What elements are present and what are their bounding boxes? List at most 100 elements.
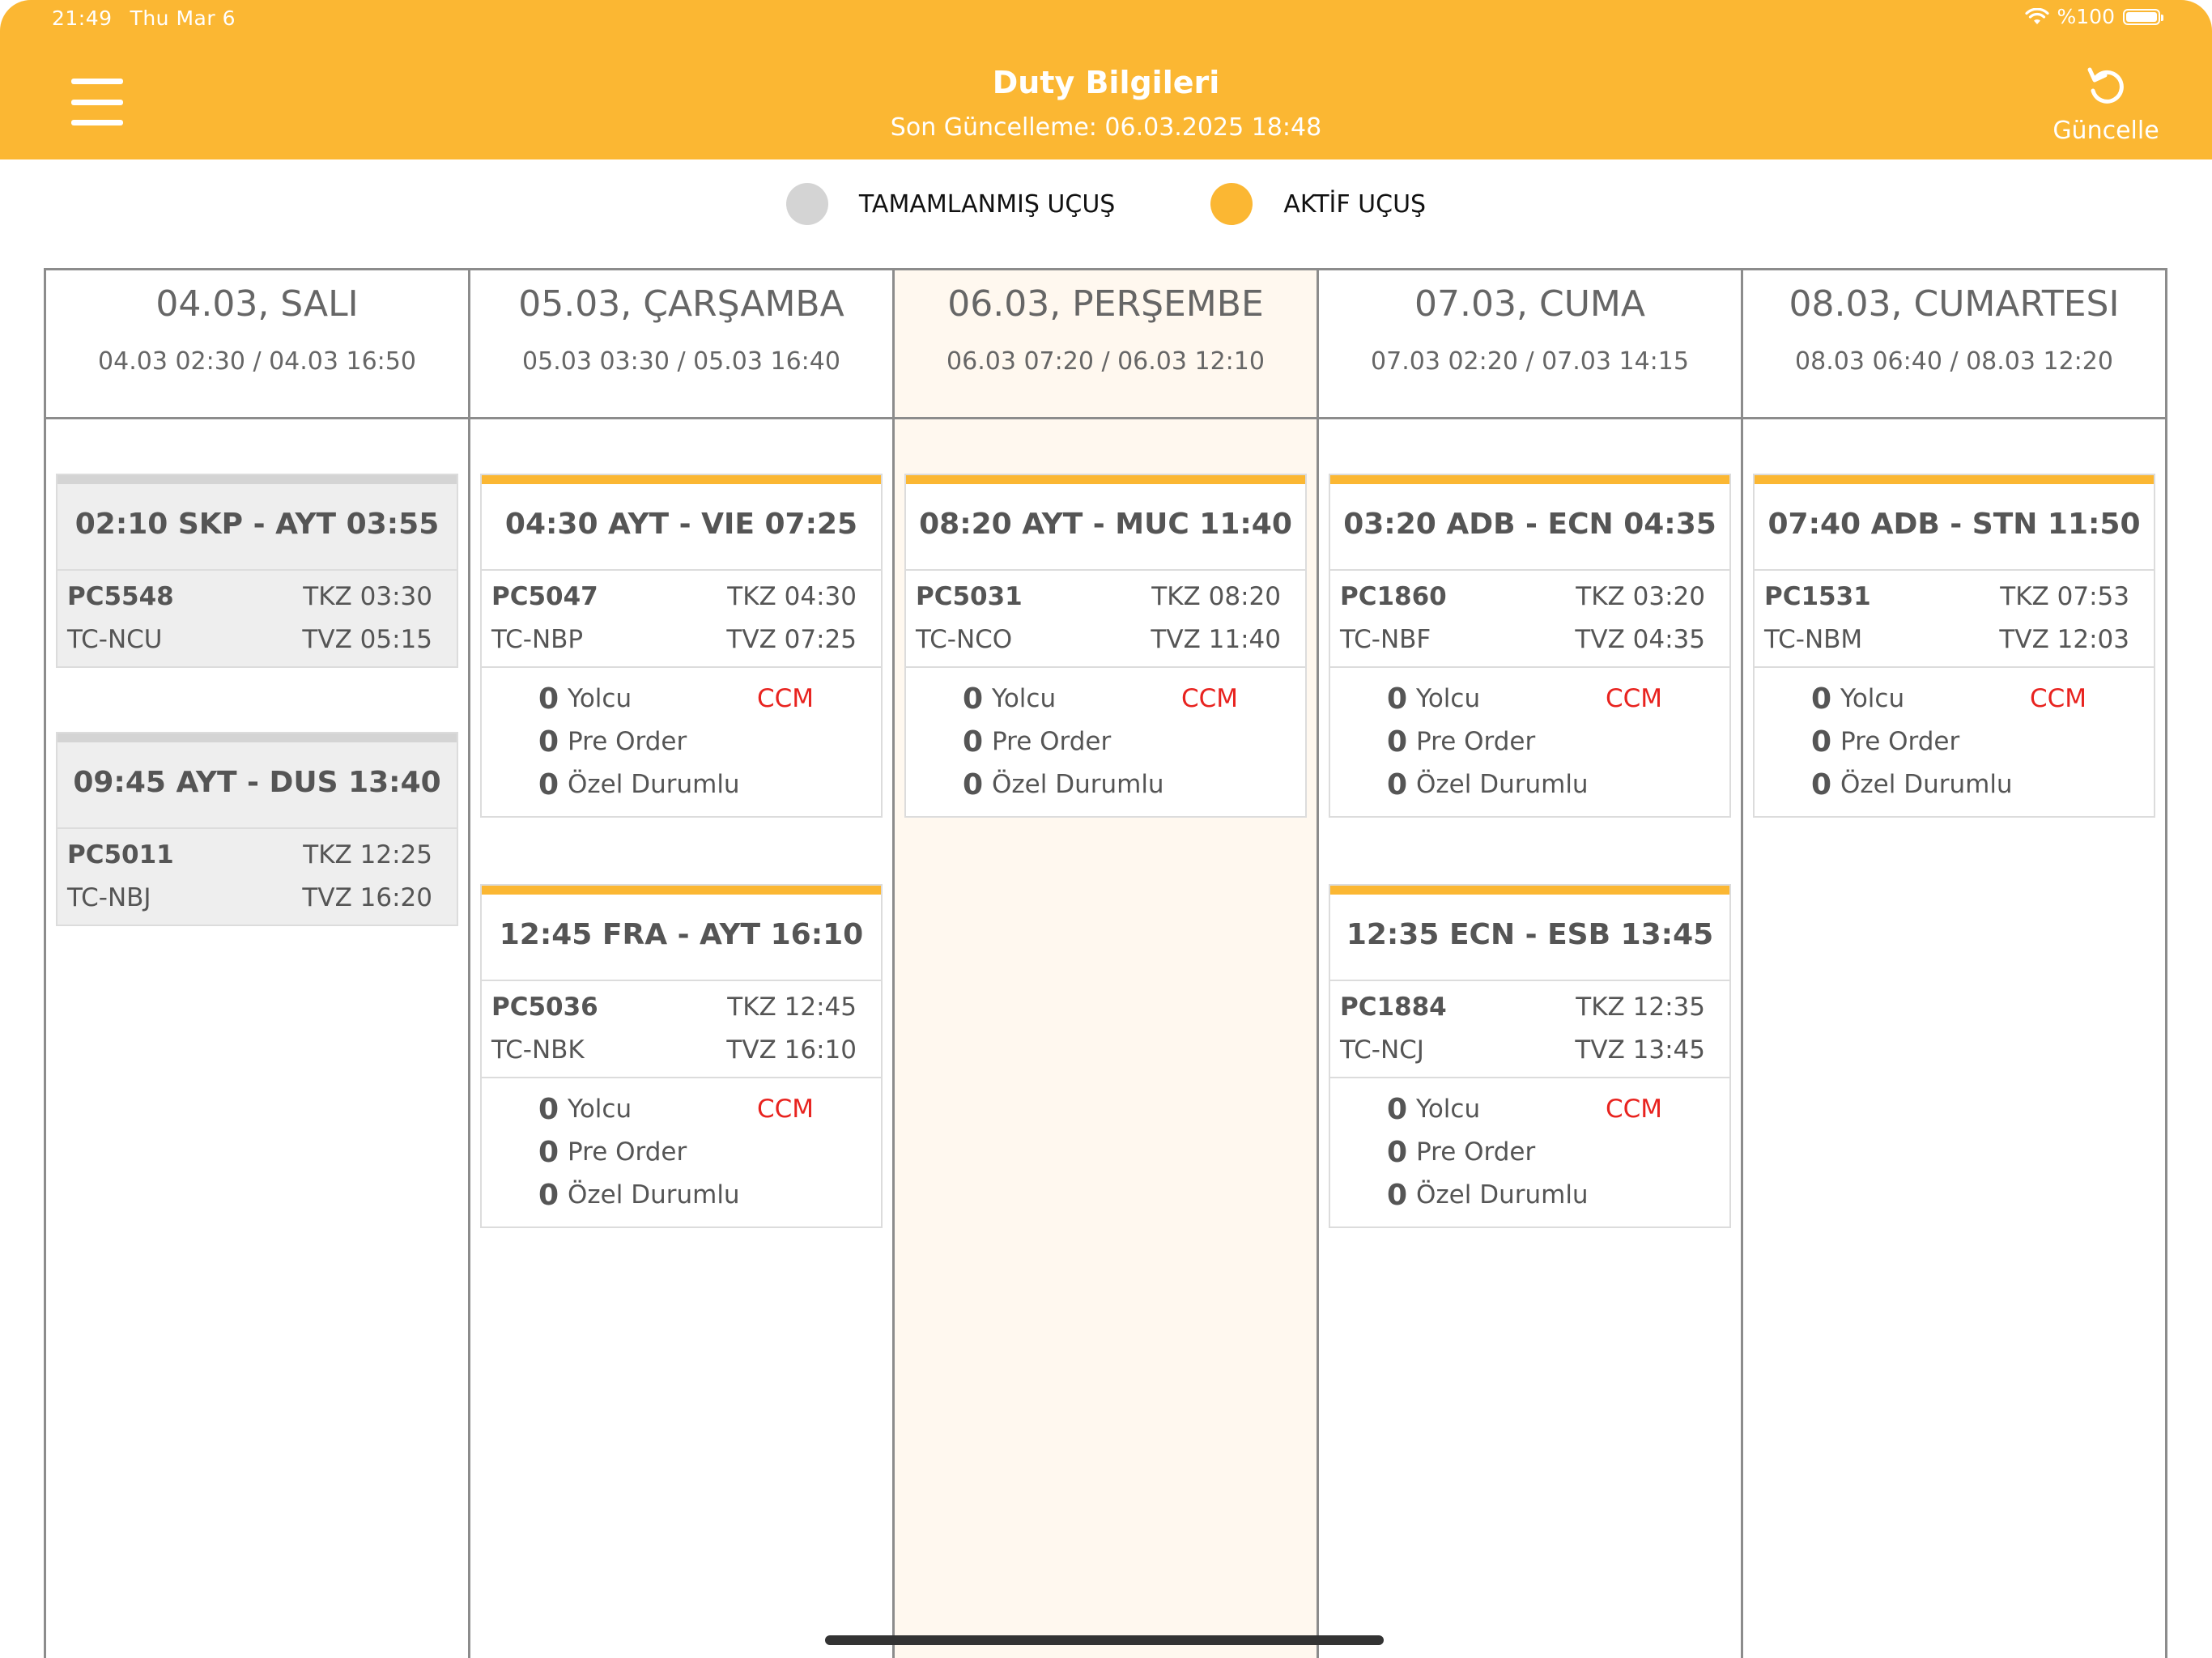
passenger-label: Yolcu — [568, 1095, 632, 1124]
flight-number: PC5036 — [491, 993, 598, 1022]
flight-info: PC5036 TKZ 12:45 TC-NBK TVZ 16:10 — [482, 981, 881, 1078]
pre-order-label: Pre Order — [568, 727, 687, 756]
day-time-range: 04.03 02:30 / 04.03 16:50 — [98, 347, 416, 376]
day-time-range: 06.03 07:20 / 06.03 12:10 — [946, 347, 1265, 376]
flight-status-bar — [482, 475, 881, 484]
header-bar: 21:49 Thu Mar 6 %100 Duty Bilgileri Son G… — [0, 0, 2212, 159]
ccm-link[interactable]: CCM — [1181, 678, 1238, 721]
special-count: 0 — [1811, 768, 1832, 801]
day-header: 06.03, PERŞEMBE 06.03 07:20 / 06.03 12:1… — [895, 270, 1317, 419]
flight-card[interactable]: 12:45 FRA - AYT 16:10 PC5036 TKZ 12:45 TC… — [480, 884, 883, 1228]
day-title: 04.03, SALI — [155, 283, 359, 325]
pre-order-label: Pre Order — [1840, 727, 1960, 756]
passenger-label: Yolcu — [1416, 684, 1481, 713]
legend: TAMAMLANMIŞ UÇUŞ AKTİF UÇUŞ — [0, 180, 2212, 228]
flight-number: PC5031 — [916, 582, 1023, 611]
ccm-link[interactable]: CCM — [757, 1088, 814, 1131]
special-label: Özel Durumlu — [1416, 770, 1589, 799]
passenger-summary: 0 Yolcu CCM 0 Pre Order 0 Özel Durumlu — [1330, 668, 1729, 816]
special-count: 0 — [538, 768, 559, 801]
arrival-time: TVZ 11:40 — [1151, 625, 1281, 654]
special-count: 0 — [963, 768, 984, 801]
flight-route: 12:45 FRA - AYT 16:10 — [482, 895, 881, 981]
day-column: 08.03, CUMARTESI 08.03 06:40 / 08.03 12:… — [1741, 270, 2165, 1658]
battery-percent: %100 — [2057, 5, 2115, 28]
pre-order-label: Pre Order — [568, 1137, 687, 1167]
flight-card[interactable]: 07:40 ADB - STN 11:50 PC1531 TKZ 07:53 TC… — [1753, 474, 2155, 818]
flight-route: 08:20 AYT - MUC 11:40 — [906, 484, 1305, 571]
departure-time: TKZ 03:30 — [303, 582, 432, 611]
passenger-count: 0 — [1387, 682, 1408, 716]
flight-number: PC5548 — [67, 582, 174, 611]
flight-status-bar — [57, 733, 457, 742]
day-column: 05.03, ÇARŞAMBA 05.03 03:30 / 05.03 16:4… — [468, 270, 892, 1658]
passenger-summary: 0 Yolcu CCM 0 Pre Order 0 Özel Durumlu — [1755, 668, 2154, 816]
flight-status-bar — [57, 475, 457, 484]
flight-card[interactable]: 04:30 AYT - VIE 07:25 PC5047 TKZ 04:30 TC… — [480, 474, 883, 818]
ccm-link[interactable]: CCM — [757, 678, 814, 721]
pre-order-count: 0 — [1811, 725, 1832, 759]
legend-active-label: AKTİF UÇUŞ — [1283, 189, 1427, 219]
day-title: 07.03, CUMA — [1414, 283, 1645, 325]
refresh-label: Güncelle — [2052, 117, 2159, 145]
flight-card[interactable]: 02:10 SKP - AYT 03:55 PC5548 TKZ 03:30 TC… — [56, 474, 458, 668]
pre-order-count: 0 — [963, 725, 984, 759]
day-header: 07.03, CUMA 07.03 02:20 / 07.03 14:15 — [1319, 270, 1741, 419]
departure-time: TKZ 12:35 — [1576, 993, 1705, 1022]
active-dot-icon — [1210, 183, 1253, 225]
passenger-count: 0 — [1387, 1093, 1408, 1126]
pre-order-label: Pre Order — [1416, 1137, 1536, 1167]
flight-route: 02:10 SKP - AYT 03:55 — [57, 484, 457, 571]
flight-status-bar — [482, 886, 881, 895]
special-label: Özel Durumlu — [1840, 770, 2013, 799]
flight-card[interactable]: 12:35 ECN - ESB 13:45 PC1884 TKZ 12:35 TC… — [1329, 884, 1731, 1228]
day-title: 06.03, PERŞEMBE — [947, 283, 1264, 325]
pre-order-count: 0 — [538, 725, 559, 759]
flight-card[interactable]: 09:45 AYT - DUS 13:40 PC5011 TKZ 12:25 TC… — [56, 732, 458, 926]
flight-number: PC5047 — [491, 582, 598, 611]
day-title: 08.03, CUMARTESI — [1789, 283, 2120, 325]
flight-card[interactable]: 08:20 AYT - MUC 11:40 PC5031 TKZ 08:20 TC… — [904, 474, 1307, 818]
arrival-time: TVZ 13:45 — [1575, 1035, 1705, 1065]
departure-time: TKZ 04:30 — [727, 582, 857, 611]
aircraft-registration: TC-NCO — [916, 625, 1013, 654]
passenger-summary: 0 Yolcu CCM 0 Pre Order 0 Özel Durumlu — [482, 668, 881, 816]
flight-info: PC1884 TKZ 12:35 TC-NCJ TVZ 13:45 — [1330, 981, 1729, 1078]
ccm-link[interactable]: CCM — [2030, 678, 2087, 721]
refresh-icon — [2087, 67, 2124, 104]
passenger-summary: 0 Yolcu CCM 0 Pre Order 0 Özel Durumlu — [906, 668, 1305, 816]
legend-completed-label: TAMAMLANMIŞ UÇUŞ — [858, 189, 1116, 219]
passenger-count: 0 — [538, 682, 559, 716]
app-screen: 21:49 Thu Mar 6 %100 Duty Bilgileri Son G… — [0, 0, 2212, 1658]
passenger-count: 0 — [963, 682, 984, 716]
duty-calendar: 04.03, SALI 04.03 02:30 / 04.03 16:50 02… — [44, 268, 2167, 1658]
ccm-link[interactable]: CCM — [1606, 678, 1662, 721]
day-header: 04.03, SALI 04.03 02:30 / 04.03 16:50 — [46, 270, 468, 419]
day-column-today: 06.03, PERŞEMBE 06.03 07:20 / 06.03 12:1… — [892, 270, 1317, 1658]
flight-card[interactable]: 03:20 ADB - ECN 04:35 PC1860 TKZ 03:20 TC… — [1329, 474, 1731, 818]
refresh-button[interactable]: Güncelle — [2045, 63, 2167, 152]
flight-number: PC1860 — [1340, 582, 1447, 611]
departure-time: TKZ 08:20 — [1151, 582, 1281, 611]
passenger-summary: 0 Yolcu CCM 0 Pre Order 0 Özel Durumlu — [482, 1078, 881, 1226]
day-time-range: 05.03 03:30 / 05.03 16:40 — [522, 347, 840, 376]
special-label: Özel Durumlu — [568, 1180, 740, 1209]
special-label: Özel Durumlu — [1416, 1180, 1589, 1209]
arrival-time: TVZ 12:03 — [1999, 625, 2129, 654]
passenger-count: 0 — [1811, 682, 1832, 716]
flight-info: PC5011 TKZ 12:25 TC-NBJ TVZ 16:20 — [57, 829, 457, 925]
battery-icon — [2123, 8, 2163, 25]
pre-order-count: 0 — [1387, 1136, 1408, 1169]
departure-time: TKZ 12:25 — [303, 840, 432, 869]
flight-info: PC1860 TKZ 03:20 TC-NBF TVZ 04:35 — [1330, 571, 1729, 668]
pre-order-count: 0 — [538, 1136, 559, 1169]
special-count: 0 — [1387, 768, 1408, 801]
flight-info: PC5047 TKZ 04:30 TC-NBP TVZ 07:25 — [482, 571, 881, 668]
flight-route: 12:35 ECN - ESB 13:45 — [1330, 895, 1729, 981]
pre-order-count: 0 — [1387, 725, 1408, 759]
home-indicator[interactable] — [825, 1635, 1384, 1645]
day-time-range: 08.03 06:40 / 08.03 12:20 — [1795, 347, 2113, 376]
ccm-link[interactable]: CCM — [1606, 1088, 1662, 1131]
special-label: Özel Durumlu — [568, 770, 740, 799]
flight-route: 04:30 AYT - VIE 07:25 — [482, 484, 881, 571]
